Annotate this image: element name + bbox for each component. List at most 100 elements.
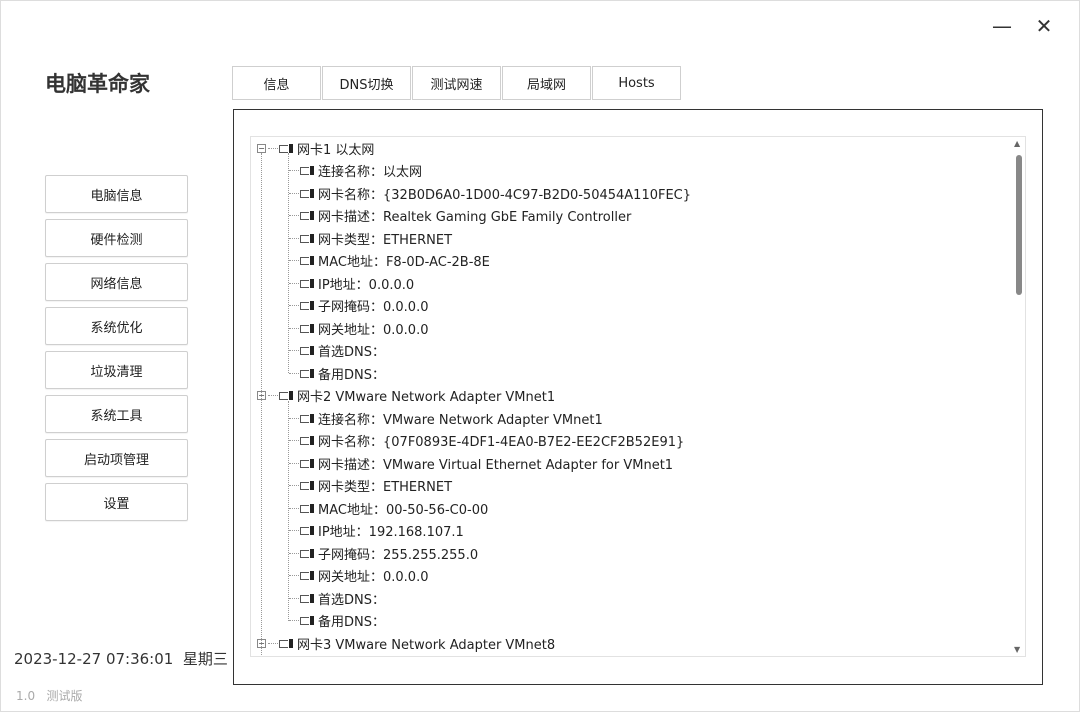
sidebar-item[interactable]: 启动项管理 bbox=[45, 439, 188, 477]
tree-node-label: 网卡描述：Realtek Gaming GbE Family Controlle… bbox=[318, 210, 632, 225]
app-title: 电脑革命家 bbox=[45, 72, 150, 96]
scroll-up-icon[interactable]: ▲ bbox=[1014, 139, 1020, 148]
version: 1.0 bbox=[16, 689, 36, 703]
tree-node-label: 连接名称：VMware Network Adapter VMnet1 bbox=[318, 412, 603, 428]
tree-node-label: 网卡名称：{07F0893E-4DF1-4EA0-B7E2-EE2CF2B52E… bbox=[318, 435, 685, 450]
tree-node-adapter[interactable]: − 网卡2 VMware Network Adapter VMnet1 bbox=[257, 385, 555, 407]
clock: 2023-12-27 07:36:01 星期三 bbox=[14, 648, 228, 669]
tree-node-property[interactable]: 备用DNS： bbox=[289, 362, 385, 384]
tree-connector bbox=[289, 305, 299, 306]
tree-node-label: 网关地址：0.0.0.0 bbox=[318, 570, 429, 585]
tree-node-property[interactable]: MAC地址：00-50-56-C0-00 bbox=[289, 497, 488, 519]
tab[interactable]: 测试网速 bbox=[412, 66, 501, 100]
sidebar-item[interactable]: 系统工具 bbox=[45, 395, 188, 433]
tree-node-property[interactable]: 网卡类型：ETHERNET bbox=[289, 475, 452, 497]
network-tree[interactable]: − 网卡1 以太网连接名称：以太网网卡名称：{32B0D6A0-1D00-4C97… bbox=[250, 136, 1026, 657]
tab[interactable]: Hosts bbox=[592, 66, 681, 100]
tree-node-label: 备用DNS： bbox=[318, 367, 385, 383]
network-adapter-icon bbox=[300, 166, 314, 175]
tree-node-property[interactable]: 子网掩码：255.255.255.0 bbox=[289, 542, 478, 564]
tree-connector bbox=[289, 417, 299, 419]
collapse-icon[interactable]: − bbox=[257, 143, 266, 153]
tree-node-label: IP地址：0.0.0.0 bbox=[318, 277, 415, 293]
scrollbar[interactable]: ▲ ▼ bbox=[1012, 137, 1025, 656]
tree-connector bbox=[289, 282, 299, 284]
tree-node-property[interactable]: 网卡描述：Realtek Gaming GbE Family Controlle… bbox=[289, 205, 631, 227]
network-adapter-icon bbox=[300, 188, 314, 198]
tree-node-label: MAC地址：F8-0D-AC-2B-8E bbox=[318, 255, 490, 270]
network-adapter-icon bbox=[300, 616, 314, 625]
tree-node-label: 子网掩码：0.0.0.0 bbox=[318, 300, 429, 315]
tree-node-property[interactable]: 首选DNS： bbox=[289, 340, 385, 362]
tree-node-property[interactable]: 网关地址：0.0.0.0 bbox=[289, 565, 428, 587]
tree-node-property[interactable]: 子网掩码：0.0.0.0 bbox=[289, 295, 428, 317]
tree-node-property[interactable]: 网卡类型：ETHERNET bbox=[289, 227, 452, 249]
tree-node-label: 首选DNS： bbox=[318, 345, 385, 360]
network-adapter-icon bbox=[300, 323, 314, 333]
tree-node-label: 网卡名称：{32B0D6A0-1D00-4C97-B2D0-50454A110F… bbox=[318, 187, 692, 203]
datetime: 2023-12-27 07:36:01 bbox=[14, 650, 174, 668]
tab[interactable]: DNS切换 bbox=[322, 66, 411, 100]
tree-connector bbox=[289, 237, 299, 239]
tree-node-label: MAC地址：00-50-56-C0-00 bbox=[318, 502, 489, 518]
tree-node-property[interactable]: 首选DNS： bbox=[289, 587, 385, 609]
tree-node-adapter[interactable]: − 网卡1 以太网 bbox=[257, 137, 374, 159]
tree-node-property[interactable]: 网关地址：0.0.0.0 bbox=[289, 317, 428, 339]
tree-line bbox=[288, 400, 289, 621]
tree-connector bbox=[268, 642, 278, 644]
tree-node-property[interactable]: IP地址：192.168.107.1 bbox=[289, 520, 464, 542]
tree-node-property[interactable]: IP地址：0.0.0.0 bbox=[289, 272, 414, 294]
tree-node-label: 网卡类型：ETHERNET bbox=[318, 480, 453, 495]
tree-node-property[interactable]: 网卡名称：{07F0893E-4DF1-4EA0-B7E2-EE2CF2B52E… bbox=[289, 430, 684, 452]
sidebar-item[interactable]: 网络信息 bbox=[45, 263, 188, 301]
sidebar-item[interactable]: 设置 bbox=[45, 483, 188, 521]
tree-node-property[interactable]: 网卡描述：VMware Virtual Ethernet Adapter for… bbox=[289, 452, 673, 474]
network-adapter-icon bbox=[300, 458, 314, 468]
sidebar-item[interactable]: 硬件检测 bbox=[45, 219, 188, 257]
tree-connector bbox=[289, 552, 299, 554]
tree-connector bbox=[289, 530, 299, 531]
tree-node-property[interactable]: 网卡名称：{32B0D6A0-1D00-4C97-B2D0-50454A110F… bbox=[289, 182, 691, 204]
network-adapter-icon bbox=[300, 256, 314, 265]
sidebar-item[interactable]: 垃圾清理 bbox=[45, 351, 188, 389]
tab[interactable]: 信息 bbox=[232, 66, 321, 100]
tab[interactable]: 局域网 bbox=[502, 66, 591, 100]
tree-connector bbox=[268, 395, 278, 396]
tree-node-property[interactable]: 连接名称：以太网 bbox=[289, 160, 422, 182]
tree-connector bbox=[289, 215, 299, 216]
minimize-icon[interactable]: — bbox=[988, 14, 1016, 38]
tree-node-property[interactable]: 连接名称：VMware Network Adapter VMnet1 bbox=[289, 407, 603, 429]
network-adapter-icon bbox=[300, 436, 314, 445]
network-adapter-icon bbox=[300, 593, 314, 603]
network-adapter-icon bbox=[300, 503, 314, 513]
tree-connector bbox=[289, 260, 299, 261]
sidebar-item[interactable]: 电脑信息 bbox=[45, 175, 188, 213]
tree-node-property[interactable]: MAC地址：F8-0D-AC-2B-8E bbox=[289, 250, 490, 272]
network-adapter-icon bbox=[300, 211, 314, 220]
scrollbar-thumb[interactable] bbox=[1016, 155, 1022, 295]
close-icon[interactable]: ✕ bbox=[1030, 14, 1058, 38]
tree-node-label: IP地址：192.168.107.1 bbox=[318, 525, 464, 540]
tree-node-property[interactable]: 备用DNS： bbox=[289, 610, 385, 632]
network-adapter-icon bbox=[300, 301, 314, 310]
tree-connector bbox=[289, 507, 299, 509]
network-adapter-icon bbox=[300, 526, 314, 535]
network-adapter-icon bbox=[300, 548, 314, 558]
tree-connector bbox=[289, 620, 299, 621]
scroll-down-icon[interactable]: ▼ bbox=[1014, 645, 1020, 654]
network-adapter-icon bbox=[279, 391, 293, 400]
tree-node-label: 网卡描述：VMware Virtual Ethernet Adapter for… bbox=[318, 457, 674, 473]
tree-connector bbox=[289, 575, 299, 576]
tree-node-label: 网卡2 VMware Network Adapter VMnet1 bbox=[297, 390, 556, 405]
network-adapter-icon bbox=[300, 278, 314, 288]
tree-node-label: 网卡类型：ETHERNET bbox=[318, 232, 453, 248]
network-adapter-icon bbox=[300, 571, 314, 580]
tree-node-adapter[interactable]: − 网卡3 VMware Network Adapter VMnet8 bbox=[257, 632, 555, 654]
tree-node-label: 网卡1 以太网 bbox=[297, 142, 375, 158]
tree-node-label: 连接名称：以太网 bbox=[318, 165, 423, 180]
edition: 测试版 bbox=[46, 689, 83, 703]
sidebar-item[interactable]: 系统优化 bbox=[45, 307, 188, 345]
tree-node-label: 网卡3 VMware Network Adapter VMnet8 bbox=[297, 637, 556, 653]
tree-connector bbox=[289, 597, 299, 599]
tree-line bbox=[261, 153, 262, 656]
